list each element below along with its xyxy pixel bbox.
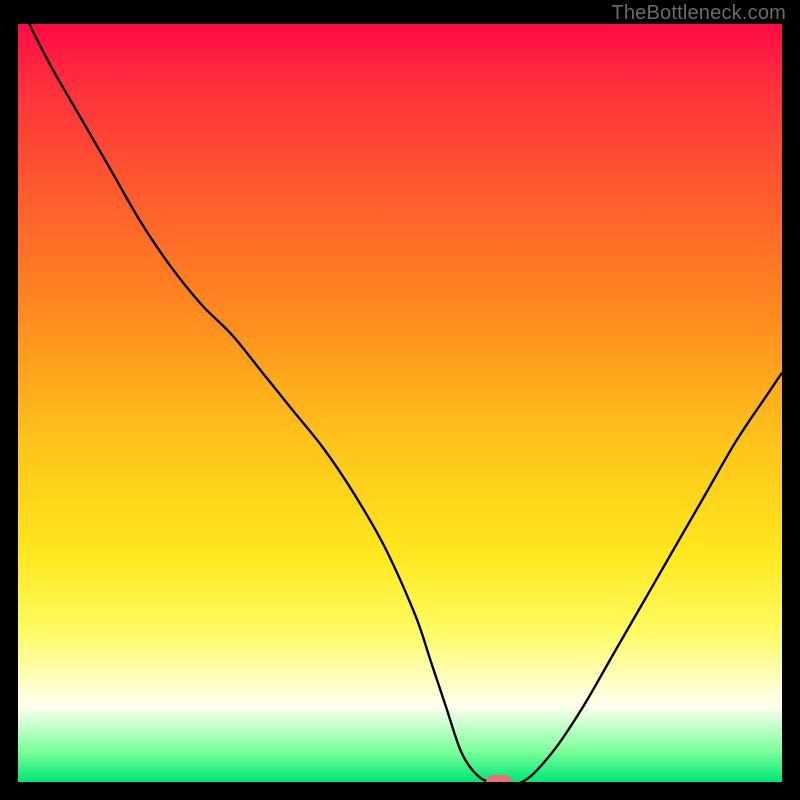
optimal-point-marker [486, 775, 512, 782]
plot-area [18, 24, 782, 782]
curve-path [18, 24, 782, 782]
chart-frame: TheBottleneck.com [0, 0, 800, 800]
bottleneck-curve [18, 24, 782, 782]
watermark-text: TheBottleneck.com [611, 2, 786, 25]
